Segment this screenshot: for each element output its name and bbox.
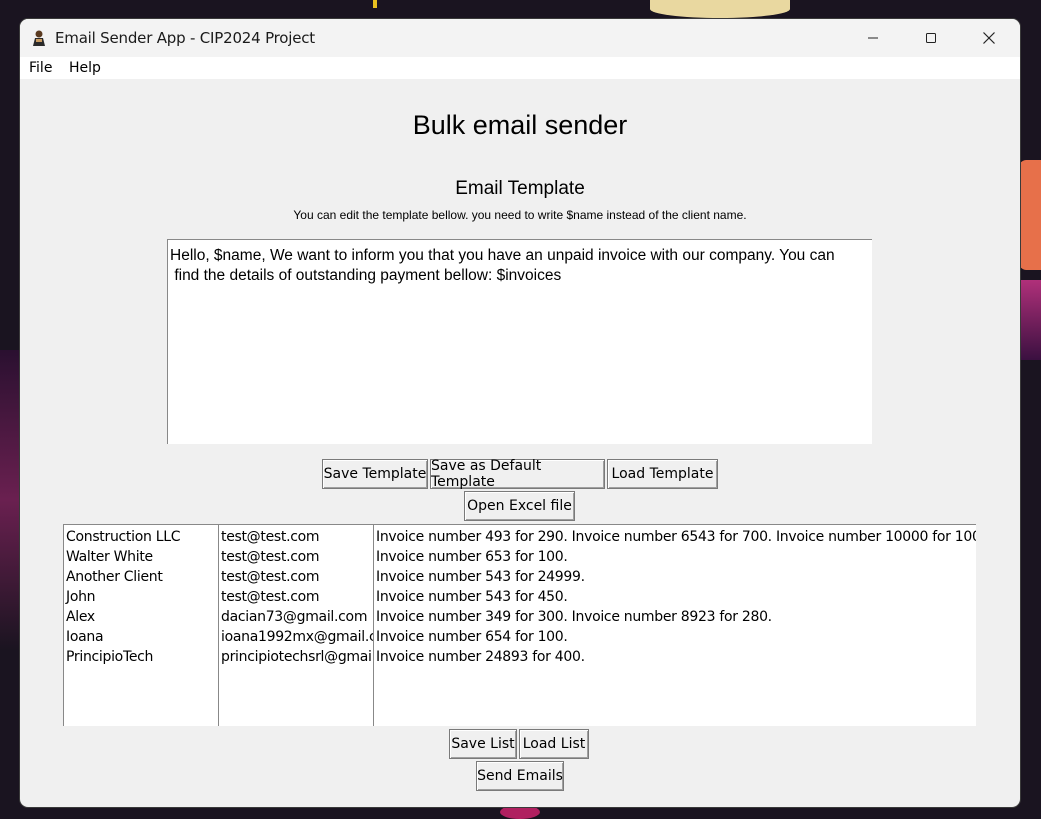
- load-template-button[interactable]: Load Template: [607, 459, 718, 489]
- list-item[interactable]: Invoice number 654 for 100.: [376, 627, 976, 647]
- client-emails-list[interactable]: test@test.com test@test.com test@test.co…: [218, 524, 373, 726]
- list-item[interactable]: ioana1992mx@gmail.c: [221, 627, 373, 647]
- template-textarea[interactable]: Hello, $name, We want to inform you that…: [167, 239, 872, 444]
- minimize-button[interactable]: [844, 19, 902, 57]
- list-item[interactable]: Invoice number 653 for 100.: [376, 547, 976, 567]
- list-item[interactable]: Invoice number 24893 for 400.: [376, 647, 976, 667]
- list-item[interactable]: Walter White: [66, 547, 218, 567]
- list-item[interactable]: Alex: [66, 607, 218, 627]
- list-item[interactable]: Invoice number 493 for 290. Invoice numb…: [376, 527, 976, 547]
- list-item[interactable]: Invoice number 543 for 24999.: [376, 567, 976, 587]
- client-names-list[interactable]: Construction LLC Walter White Another Cl…: [63, 524, 218, 726]
- list-item[interactable]: John: [66, 587, 218, 607]
- client-invoices-list[interactable]: Invoice number 493 for 290. Invoice numb…: [373, 524, 976, 726]
- title-bar[interactable]: Email Sender App - CIP2024 Project: [20, 19, 1020, 57]
- list-item[interactable]: principiotechsrl@gmai: [221, 647, 373, 667]
- app-window: Email Sender App - CIP2024 Project File …: [20, 19, 1020, 807]
- menu-file[interactable]: File: [29, 60, 52, 76]
- wallpaper-shape: [650, 0, 790, 18]
- close-icon: [983, 32, 995, 44]
- template-heading: Email Template: [455, 178, 585, 199]
- list-item[interactable]: test@test.com: [221, 527, 373, 547]
- list-item[interactable]: dacian73@gmail.com: [221, 607, 373, 627]
- load-list-button[interactable]: Load List: [519, 729, 589, 759]
- list-item[interactable]: Ioana: [66, 627, 218, 647]
- list-item[interactable]: Construction LLC: [66, 527, 218, 547]
- list-item[interactable]: Invoice number 349 for 300. Invoice numb…: [376, 607, 976, 627]
- template-instructions: You can edit the template bellow. you ne…: [293, 208, 747, 222]
- wallpaper-shape: [500, 805, 540, 819]
- list-item[interactable]: PrincipioTech: [66, 647, 218, 667]
- minimize-icon: [868, 37, 878, 39]
- wallpaper-shape: [0, 350, 20, 650]
- wallpaper-shape: [1018, 280, 1041, 360]
- save-list-button[interactable]: Save List: [449, 729, 517, 759]
- open-excel-button[interactable]: Open Excel file: [464, 491, 575, 521]
- send-emails-button[interactable]: Send Emails: [476, 761, 564, 791]
- menu-bar: File Help: [20, 57, 1020, 79]
- list-item[interactable]: test@test.com: [221, 587, 373, 607]
- list-item[interactable]: Another Client: [66, 567, 218, 587]
- maximize-icon: [926, 33, 936, 43]
- page-title: Bulk email sender: [412, 110, 628, 140]
- list-item[interactable]: Invoice number 543 for 450.: [376, 587, 976, 607]
- save-default-template-button[interactable]: Save as Default Template: [430, 458, 605, 490]
- save-template-button[interactable]: Save Template: [322, 459, 428, 489]
- close-button[interactable]: [960, 19, 1018, 57]
- list-item[interactable]: test@test.com: [221, 567, 373, 587]
- window-title: Email Sender App - CIP2024 Project: [55, 29, 315, 47]
- wallpaper-shape: [373, 0, 377, 8]
- maximize-button[interactable]: [902, 19, 960, 57]
- list-item[interactable]: test@test.com: [221, 547, 373, 567]
- app-icon: [30, 29, 48, 47]
- menu-help[interactable]: Help: [69, 60, 101, 76]
